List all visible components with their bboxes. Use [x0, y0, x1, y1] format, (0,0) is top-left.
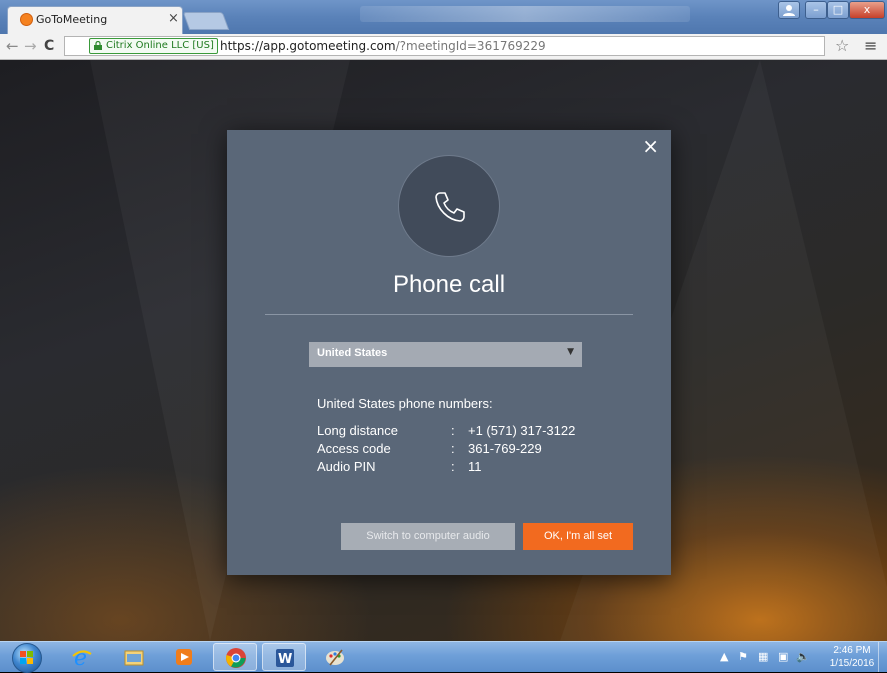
page-background: × Phone call United States ▼ United Stat… [0, 60, 887, 641]
lock-icon [94, 41, 102, 50]
svg-text:e: e [74, 646, 87, 668]
reload-icon[interactable]: C [44, 37, 54, 55]
dialog-title: Phone call [392, 271, 506, 298]
maximize-button[interactable]: □ [827, 1, 849, 19]
taskbar-paint[interactable] [313, 643, 357, 671]
media-player-icon [176, 649, 192, 665]
system-tray: ▲ ⚑ ▦ ▣ 🔈 2:46 PM 1/15/2016 [710, 642, 887, 672]
phone-call-dialog: × Phone call United States ▼ United Stat… [227, 130, 671, 575]
taskbar-media-player[interactable] [162, 643, 206, 671]
url-host: https://app.gotomeeting.com [220, 39, 396, 53]
browser-tab[interactable]: GoToMeeting × [7, 6, 183, 34]
chevron-down-icon: ▼ [567, 347, 574, 357]
taskbar-internet-explorer[interactable]: e [60, 643, 104, 671]
clock-date: 1/15/2016 [829, 658, 875, 669]
browser-menu-icon[interactable]: ≡ [864, 37, 877, 55]
show-hidden-icons-icon[interactable]: ▲ [720, 650, 728, 663]
taskbar: e W ▲ ⚑ ▦ ▣ 🔈 2:46 PM 1/15/2016 [0, 641, 887, 673]
tab-title: GoToMeeting [36, 13, 108, 26]
forward-arrow-icon[interactable]: → [24, 37, 37, 55]
svg-text:W: W [278, 652, 292, 667]
long-distance-row: Long distance : +1 (571) 317-3122 [317, 423, 617, 440]
taskbar-chrome[interactable] [213, 643, 257, 671]
phone-numbers-heading: United States phone numbers: [317, 396, 493, 411]
gotomeeting-favicon-icon [20, 13, 33, 26]
clock[interactable]: 2:46 PM 1/15/2016 [824, 644, 880, 670]
security-badge[interactable]: Citrix Online LLC [US] [89, 38, 218, 54]
tab-close-icon[interactable]: × [168, 11, 179, 26]
user-icon [783, 5, 795, 16]
network-icon[interactable]: ▣ [778, 650, 788, 663]
switch-to-computer-audio-button[interactable]: Switch to computer audio [341, 523, 515, 550]
country-select-value: United States [317, 347, 388, 359]
window-close-button[interactable]: x [849, 1, 885, 19]
ok-all-set-button[interactable]: OK, I'm all set [523, 523, 633, 550]
row-label: Access code [317, 441, 391, 456]
address-bar[interactable]: Citrix Online LLC [US] https://app.gotom… [64, 36, 825, 56]
clock-time: 2:46 PM [833, 645, 871, 656]
row-label: Audio PIN [317, 459, 376, 474]
back-arrow-icon[interactable]: ← [6, 37, 19, 55]
new-tab-button[interactable] [182, 12, 230, 30]
row-separator: : [451, 423, 455, 438]
url-path: /?meetingId=361769229 [395, 39, 546, 53]
audio-pin-row: Audio PIN : 11 [317, 459, 617, 476]
network-adapter-icon[interactable]: ▦ [758, 650, 768, 663]
phone-icon [435, 192, 465, 222]
internet-explorer-icon: e [72, 646, 92, 668]
browser-toolbar: ← → C Citrix Online LLC [US] https://app… [0, 34, 887, 60]
access-code-row: Access code : 361-769-229 [317, 441, 617, 458]
country-select[interactable]: United States ▼ [309, 342, 582, 367]
background-window-title [360, 6, 690, 22]
windows-logo-icon [20, 651, 33, 664]
row-value: +1 (571) 317-3122 [468, 423, 576, 438]
phone-icon-circle [398, 155, 500, 257]
row-label: Long distance [317, 423, 398, 438]
start-button[interactable] [12, 643, 42, 673]
word-icon: W [276, 649, 294, 667]
chrome-icon [226, 648, 246, 668]
action-center-flag-icon[interactable]: ⚑ [738, 650, 748, 663]
browser-title-bar: GoToMeeting × – □ x [0, 0, 887, 34]
folder-icon [124, 650, 144, 666]
url-text: https://app.gotomeeting.com/?meetingId=3… [220, 39, 546, 53]
minimize-button[interactable]: – [805, 1, 827, 19]
row-value: 11 [468, 459, 482, 474]
show-desktop-button[interactable] [878, 642, 887, 672]
volume-icon[interactable]: 🔈 [796, 650, 810, 663]
bookmark-star-icon[interactable]: ☆ [835, 37, 849, 55]
security-badge-label: Citrix Online LLC [US] [106, 40, 214, 51]
row-separator: : [451, 459, 455, 474]
row-separator: : [451, 441, 455, 456]
taskbar-word[interactable]: W [262, 643, 306, 671]
row-value: 361-769-229 [468, 441, 542, 456]
divider [265, 314, 633, 315]
taskbar-windows-explorer[interactable] [112, 643, 156, 671]
dialog-close-icon[interactable]: × [642, 136, 659, 156]
user-profile-button[interactable] [778, 1, 800, 19]
paint-palette-icon [326, 649, 344, 666]
